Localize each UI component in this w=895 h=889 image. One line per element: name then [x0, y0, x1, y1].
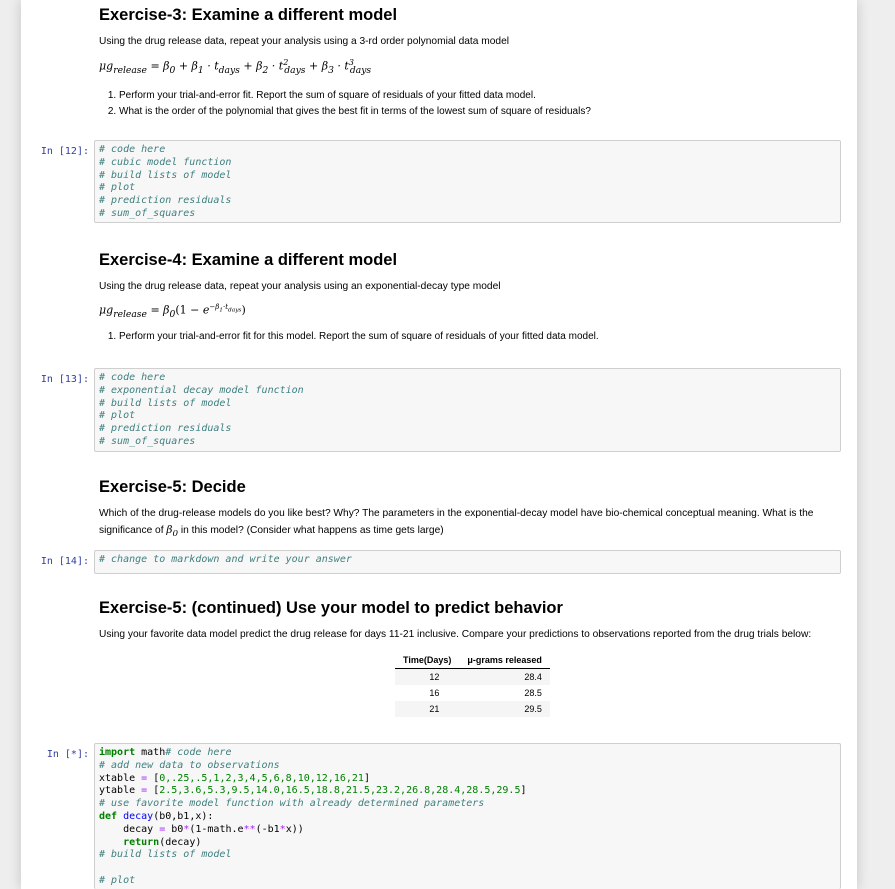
cell-prompt: In [12]:	[40, 146, 89, 157]
code-line: # plot	[99, 182, 136, 194]
observations-table: Time(Days) μ-grams released 12 28.4 16 2…	[395, 652, 550, 717]
code-token: import	[99, 747, 136, 758]
code-line: # build lists of model	[99, 169, 232, 181]
code-line: # plot	[99, 410, 136, 422]
list-item: Perform your trial-and-error fit for thi…	[119, 329, 819, 345]
table-cell: 12	[395, 668, 460, 685]
code-token: def	[99, 810, 118, 822]
exercise-3-heading: Exercise-3: Examine a different model	[99, 6, 398, 24]
code-token: decay	[123, 810, 154, 822]
code-token: ]	[363, 772, 370, 784]
cell-prompt: In [14]:	[40, 556, 89, 567]
cell-prompt: In [13]:	[40, 374, 89, 385]
column-header: Time(Days)	[395, 652, 460, 669]
code-token: # code here	[165, 747, 232, 758]
code-token: xtable	[99, 772, 142, 784]
code-line: # exponential decay model function	[99, 384, 304, 396]
code-line: # add new data to observations	[99, 759, 280, 771]
table-cell: 16	[429, 688, 440, 698]
table-cell: 29.5	[459, 701, 550, 717]
table-cell: 28.5	[524, 688, 542, 698]
code-token: b0	[165, 823, 184, 835]
exercise-4-heading: Exercise-4: Examine a different model	[99, 251, 398, 269]
code-token: decay	[99, 823, 160, 835]
code-token: (b0,b1,x):	[153, 810, 214, 822]
exercise-5-continued-intro: Using your favorite data model predict t…	[99, 629, 812, 640]
code-line: # build lists of model	[99, 849, 232, 861]
code-token: math	[135, 747, 166, 758]
code-token: (-b1	[255, 823, 280, 835]
code-token: ]	[520, 785, 527, 797]
table-row: 12 28.4	[395, 668, 550, 685]
code-cell-running[interactable]: import math# code here # add new data to…	[94, 743, 841, 889]
table-row: 21 29.5	[395, 701, 550, 717]
table-cell: 28.4	[459, 668, 550, 685]
table-cell: 21	[395, 701, 460, 717]
paragraph-text: significance of	[99, 525, 167, 536]
code-token: **	[243, 823, 256, 835]
code-line: # code here	[99, 144, 166, 155]
code-line: # sum_of_squares	[99, 207, 196, 219]
exercise-5-text: Which of the drug-release models do you …	[99, 506, 849, 542]
code-token: (1-math.e	[189, 823, 244, 835]
code-cell-12[interactable]: # code here # cubic model function # bui…	[94, 140, 841, 223]
code-line: # use favorite model function with alrea…	[99, 798, 485, 810]
exercise-5-heading: Exercise-5: Decide	[99, 478, 246, 496]
table-row: 16 28.5	[395, 685, 550, 701]
exercise-3-list: Perform your trial-and-error fit. Report…	[99, 88, 819, 119]
code-cell-13[interactable]: # code here # exponential decay model fu…	[94, 368, 841, 452]
code-token: return	[99, 836, 160, 848]
code-line: # sum_of_squares	[99, 435, 196, 447]
code-token: 2.5,3.6,5.3,9.5,14.0,16.5,18.8,21.5,23.2…	[159, 785, 521, 797]
code-token: [	[147, 785, 160, 797]
code-line: # build lists of model	[99, 397, 232, 409]
cubic-model-equation: μgrelease = β0 + β1 · tdays + β2 · t2day…	[99, 58, 372, 76]
exercise-4-list: Perform your trial-and-error fit for thi…	[99, 329, 819, 345]
code-token: 0,.25,.5,1,2,3,4,5,6,8,10,12,16,21	[159, 772, 364, 784]
paragraph-text: in this model? (Consider what happens as…	[178, 525, 444, 536]
paragraph-line: Which of the drug-release models do you …	[99, 508, 814, 519]
column-header: μ-grams released	[459, 652, 550, 669]
code-token: x))	[285, 823, 304, 835]
code-line: # change to markdown and write your answ…	[99, 554, 352, 565]
exercise-3-intro: Using the drug release data, repeat your…	[99, 36, 509, 47]
code-cell-14[interactable]: # change to markdown and write your answ…	[94, 550, 841, 574]
beta0-symbol: β0	[166, 524, 179, 540]
code-line: # cubic model function	[99, 156, 232, 168]
code-line: # prediction residuals	[99, 195, 232, 207]
list-item: What is the order of the polynomial that…	[119, 104, 819, 120]
cell-prompt: In [*]:	[46, 749, 89, 760]
table-header-row: Time(Days) μ-grams released	[395, 652, 550, 669]
exercise-5-continued-heading: Exercise-5: (continued) Use your model t…	[99, 599, 563, 617]
code-token: ytable	[99, 785, 142, 797]
list-item: Perform your trial-and-error fit. Report…	[119, 88, 819, 104]
code-token: [	[147, 772, 160, 784]
code-token: (decay)	[159, 836, 202, 848]
code-line: # code here	[99, 372, 166, 383]
code-line: # prediction residuals	[99, 423, 232, 435]
exponential-model-equation: μgrelease = β0(1 − e−β1·tdays)	[99, 303, 246, 320]
code-line: # plot	[99, 874, 136, 886]
notebook-page: Exercise-3: Examine a different model Us…	[21, 0, 857, 889]
exercise-4-intro: Using the drug release data, repeat your…	[99, 281, 501, 292]
